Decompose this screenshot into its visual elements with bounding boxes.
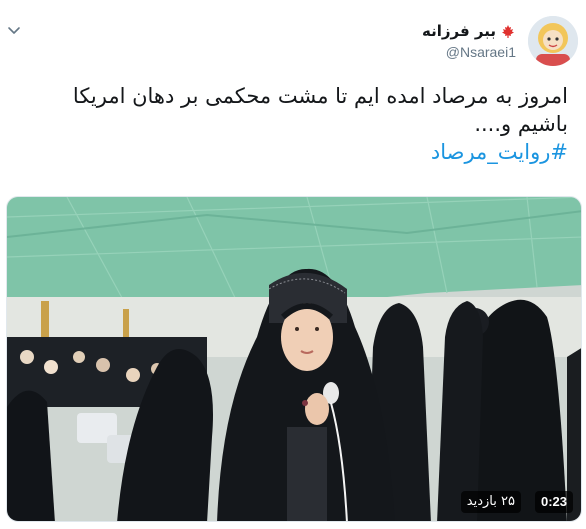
tweet-text: امروز به مرصاد امده ایم تا مشت محکمی بر … — [18, 82, 568, 166]
tweet-card[interactable]: ببر فرزانه @Nsaraei1 امروز به مرصاد امده… — [0, 0, 586, 529]
canada-flag-icon — [502, 25, 514, 38]
view-count: ۲۵ بازدید — [460, 491, 521, 513]
avatar[interactable] — [528, 16, 578, 66]
video-thumbnail — [7, 197, 581, 521]
chevron-down-icon[interactable] — [6, 22, 22, 38]
video-player[interactable]: 0:23 ۲۵ بازدید — [6, 196, 582, 522]
hashtag-link[interactable]: #روایت_مرصاد — [18, 138, 568, 166]
tweet-text-line-1: امروز به مرصاد امده ایم تا مشت محکمی بر … — [72, 84, 568, 108]
tweet-text-line-2: باشیم و.... — [474, 112, 568, 136]
user-handle[interactable]: @Nsaraei1 — [446, 44, 516, 60]
video-duration: 0:23 — [534, 491, 573, 513]
display-name[interactable]: ببر فرزانه — [422, 22, 516, 40]
display-name-text: ببر فرزانه — [422, 22, 496, 40]
